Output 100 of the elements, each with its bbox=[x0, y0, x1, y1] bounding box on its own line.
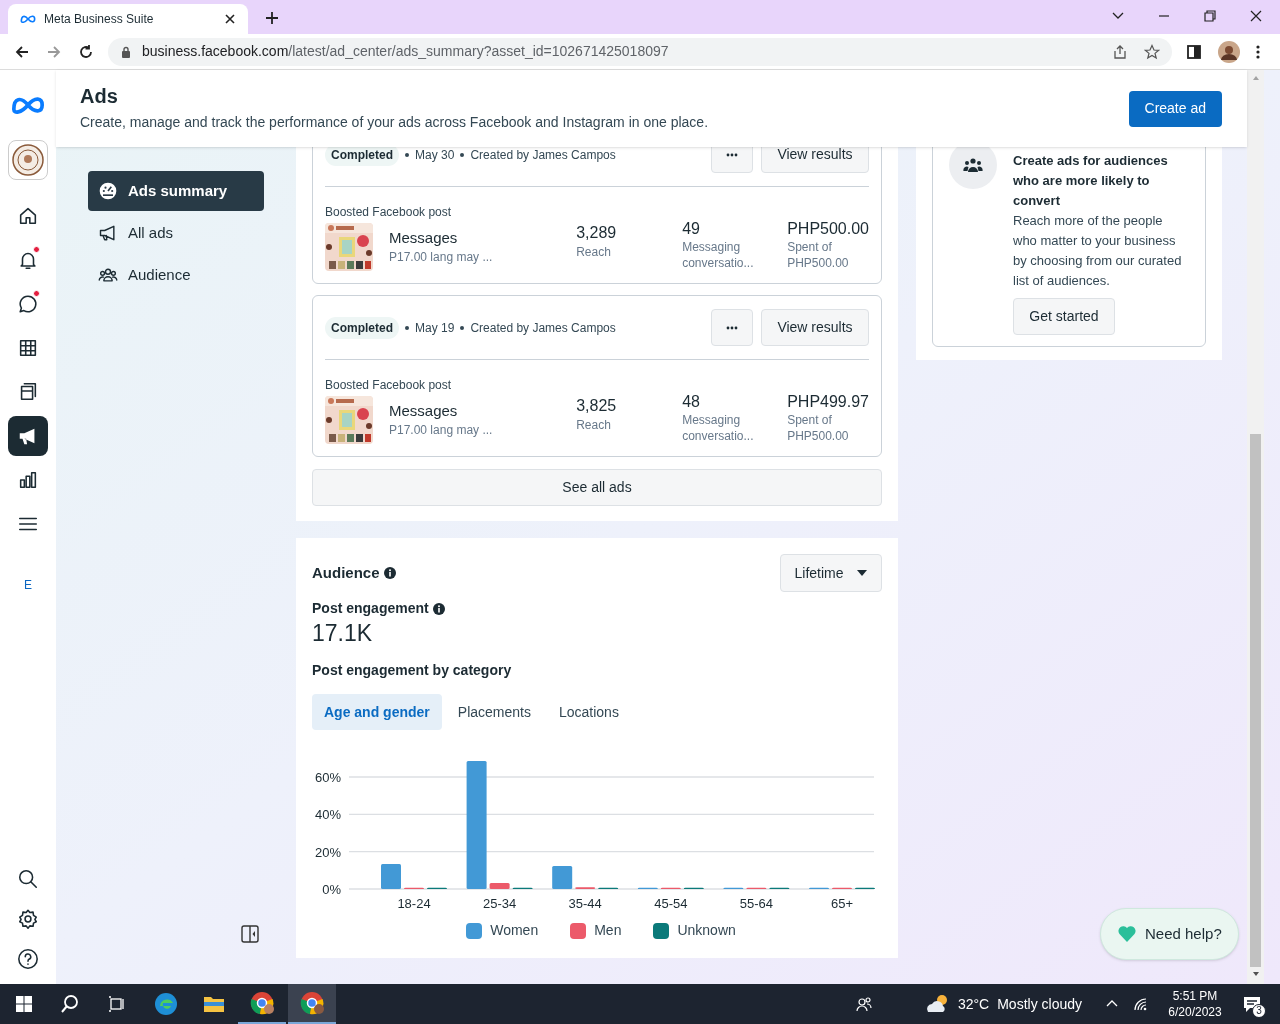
ad-description: P17.00 lang may ... bbox=[389, 249, 494, 266]
spent-value: PHP500.00 bbox=[787, 219, 869, 239]
megaphone-icon bbox=[98, 223, 118, 243]
category-tab[interactable]: Placements bbox=[445, 694, 543, 730]
clock[interactable]: 5:51 PM 6/20/2023 bbox=[1160, 988, 1230, 1020]
scrollbar[interactable] bbox=[1247, 70, 1264, 984]
nav-item[interactable]: Audience bbox=[88, 255, 264, 295]
close-icon[interactable] bbox=[224, 13, 236, 25]
side-panel-icon[interactable] bbox=[1186, 43, 1202, 60]
table-icon bbox=[17, 337, 39, 359]
results-label: Messaging conversatio... bbox=[682, 239, 755, 271]
heart-icon bbox=[1117, 924, 1137, 944]
search-icon[interactable] bbox=[17, 868, 39, 890]
nav-item[interactable]: All ads bbox=[88, 213, 264, 253]
status-badge: Completed bbox=[325, 316, 399, 339]
legend-label: Women bbox=[490, 921, 539, 940]
gauge-icon bbox=[98, 181, 118, 201]
rail-button[interactable] bbox=[8, 416, 48, 456]
account-initial[interactable]: E bbox=[24, 576, 32, 594]
task-view-icon[interactable] bbox=[108, 996, 124, 1012]
windows-start-icon[interactable] bbox=[16, 996, 32, 1012]
axis-label: 45-54 bbox=[654, 896, 688, 911]
settings-icon[interactable] bbox=[17, 908, 39, 930]
chart-bar bbox=[381, 864, 401, 889]
view-results-button[interactable]: View results bbox=[761, 309, 869, 346]
browser-tab[interactable]: Meta Business Suite bbox=[8, 4, 248, 34]
reload-icon[interactable] bbox=[78, 43, 94, 60]
see-all-ads-button[interactable]: See all ads bbox=[312, 469, 882, 506]
more-icon[interactable] bbox=[1256, 43, 1260, 60]
axis-label: 20% bbox=[314, 844, 341, 860]
more-icon bbox=[726, 325, 738, 330]
need-help-button[interactable]: Need help? bbox=[1100, 908, 1239, 960]
scroll-down-icon[interactable] bbox=[1251, 970, 1260, 978]
close-icon[interactable] bbox=[1248, 8, 1264, 24]
results-value: 48 bbox=[682, 392, 701, 412]
search-icon[interactable] bbox=[60, 994, 80, 1014]
get-started-button[interactable]: Get started bbox=[1013, 298, 1115, 335]
help-icon[interactable] bbox=[17, 948, 39, 970]
profile-avatar[interactable] bbox=[1218, 40, 1240, 63]
info-icon[interactable] bbox=[383, 567, 396, 579]
spent-label: Spent of PHP500.00 bbox=[787, 412, 850, 444]
people-icon bbox=[949, 147, 997, 189]
reach-label: Reach bbox=[576, 244, 612, 261]
ad-description: P17.00 lang may ... bbox=[389, 422, 494, 439]
edge-icon[interactable] bbox=[154, 992, 178, 1016]
axis-label: 40% bbox=[314, 807, 341, 823]
info-icon[interactable] bbox=[432, 602, 445, 615]
axis-label: 60% bbox=[314, 770, 341, 785]
reach-value: 3,825 bbox=[576, 396, 618, 416]
weather-text: Mostly cloudy bbox=[997, 994, 1082, 1014]
reach-label: Reach bbox=[576, 417, 612, 434]
results-value: 49 bbox=[682, 219, 701, 239]
ad-name: Messages bbox=[389, 228, 459, 248]
share-icon[interactable] bbox=[1112, 43, 1128, 60]
people-icon[interactable] bbox=[855, 996, 872, 1012]
collapse-sidebar-icon[interactable] bbox=[240, 924, 260, 944]
chart-bar bbox=[489, 883, 510, 889]
period-dropdown[interactable]: Lifetime bbox=[780, 554, 882, 592]
create-ad-button[interactable]: Create ad bbox=[1128, 90, 1222, 127]
chat-icon bbox=[17, 293, 39, 315]
promo-title: Create ads for audiences who are more likely to convert bbox=[1013, 152, 1169, 210]
wifi-icon[interactable] bbox=[1132, 996, 1148, 1012]
forward-icon[interactable] bbox=[46, 43, 62, 60]
metric-label: Post engagement bbox=[312, 599, 429, 618]
results-label: Messaging conversatio... bbox=[682, 412, 755, 444]
status-badge: Completed bbox=[325, 147, 399, 166]
promo-text: Reach more of the people who matter to your business by choosing from our curated list of audiences. bbox=[1013, 212, 1183, 290]
legend-label: Unknown bbox=[677, 921, 736, 940]
ad-date: May 30 bbox=[415, 147, 455, 164]
ad-type: Boosted Facebook post bbox=[325, 204, 453, 220]
category-tab[interactable]: Age and gender bbox=[312, 694, 442, 730]
meta-logo-icon[interactable] bbox=[11, 94, 45, 116]
scrollbar-thumb[interactable] bbox=[1250, 434, 1261, 967]
chart-bar bbox=[552, 866, 573, 889]
star-icon[interactable] bbox=[1144, 43, 1160, 60]
ad-name: Messages bbox=[389, 401, 459, 421]
section-title: Audience bbox=[312, 562, 380, 583]
nav-item[interactable]: Ads summary bbox=[88, 171, 264, 211]
temperature-text: 32°C bbox=[957, 994, 990, 1014]
chrome-icon[interactable] bbox=[288, 984, 336, 1024]
axis-label: 18-24 bbox=[397, 896, 431, 911]
lock-icon bbox=[120, 45, 132, 58]
new-tab-icon[interactable] bbox=[264, 10, 280, 26]
caret-icon bbox=[855, 569, 868, 577]
address-bar[interactable]: business.facebook.com/latest/ad_center/ads_summary?asset_id=102671425018097 bbox=[108, 37, 1172, 66]
axis-label: 65+ bbox=[830, 896, 854, 911]
ad-creator: Created by James Campos bbox=[470, 147, 616, 164]
category-title: Post engagement by category bbox=[312, 661, 513, 680]
chart-icon bbox=[17, 469, 39, 491]
category-tab[interactable]: Locations bbox=[546, 694, 631, 730]
page-title: Ads bbox=[80, 84, 119, 108]
view-results-button[interactable]: View results bbox=[761, 147, 869, 173]
meta-logo-icon bbox=[20, 13, 36, 25]
reach-value: 3,289 bbox=[576, 223, 618, 243]
back-icon[interactable] bbox=[14, 43, 30, 60]
restore-icon[interactable] bbox=[1202, 8, 1218, 24]
spent-label: Spent of PHP500.00 bbox=[787, 239, 850, 271]
page-avatar[interactable] bbox=[8, 140, 48, 180]
axis-label: 0% bbox=[322, 882, 341, 897]
notification-count: 3 bbox=[1252, 1004, 1266, 1018]
